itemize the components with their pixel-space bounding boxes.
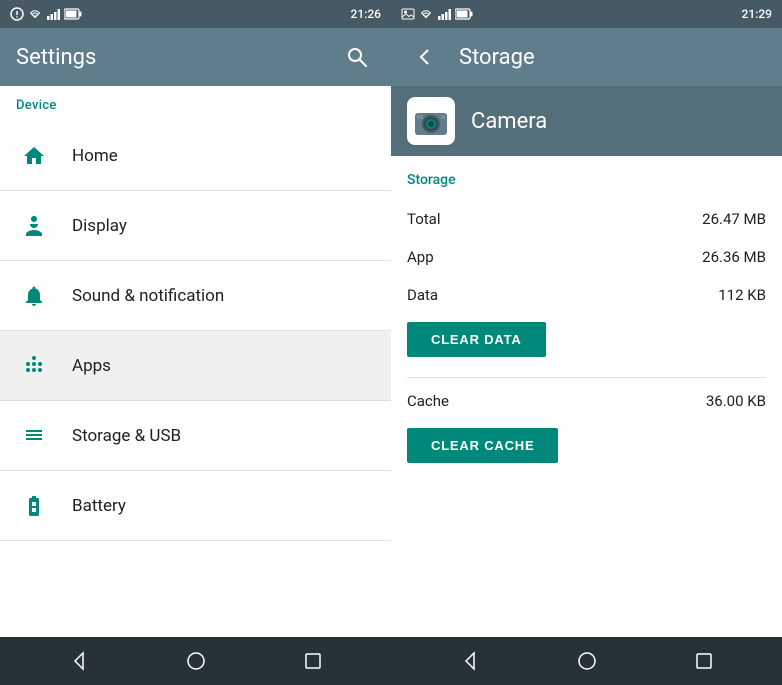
display-label: Display <box>72 216 127 236</box>
apps-icon <box>16 348 52 384</box>
status-bar-left: 21:26 <box>0 0 391 28</box>
battery-icon-left <box>64 7 82 21</box>
wifi-icon-right <box>419 7 433 21</box>
settings-title: Settings <box>16 45 96 70</box>
camera-app-icon <box>407 97 455 145</box>
storage-row-total: Total 26.47 MB <box>407 200 766 238</box>
settings-item-storage[interactable]: Storage & USB <box>0 401 391 471</box>
app-name: Camera <box>471 109 547 134</box>
total-label: Total <box>407 210 441 228</box>
divider <box>407 377 766 378</box>
storage-toolbar: Storage <box>391 28 782 86</box>
notification-icon <box>10 7 24 21</box>
search-icon <box>346 46 368 68</box>
clear-cache-button[interactable]: CLEAR CACHE <box>407 428 558 463</box>
settings-toolbar: Settings <box>0 28 391 86</box>
device-section-label: Device <box>0 86 391 121</box>
battery-icon <box>16 488 52 524</box>
status-icons-left <box>10 7 82 21</box>
storage-usb-icon <box>16 418 52 454</box>
battery-icon-right <box>455 7 473 21</box>
left-panel: 21:26 Settings Device Home <box>0 0 391 685</box>
cache-label: Cache <box>407 392 449 410</box>
home-label: Home <box>72 146 118 166</box>
recents-nav-left[interactable] <box>283 643 343 679</box>
signal-icon-left <box>46 7 60 21</box>
storage-row-cache: Cache 36.00 KB <box>407 382 766 420</box>
status-icons-right <box>401 7 473 21</box>
storage-usb-label: Storage & USB <box>72 426 181 446</box>
settings-list: Device Home Display <box>0 86 391 637</box>
settings-item-display[interactable]: Display <box>0 191 391 261</box>
right-panel: 21:29 Storage <box>391 0 782 685</box>
photo-icon <box>401 7 415 21</box>
back-nav-right[interactable] <box>440 643 500 679</box>
total-value: 26.47 MB <box>702 210 766 228</box>
signal-icon-right <box>437 7 451 21</box>
home-nav-right[interactable] <box>557 643 617 679</box>
settings-item-apps[interactable]: Apps <box>0 331 391 401</box>
app-value: 26.36 MB <box>702 248 766 266</box>
storage-title: Storage <box>459 45 535 70</box>
storage-section-label: Storage <box>407 172 766 188</box>
storage-row-data: Data 112 KB <box>407 276 766 314</box>
recents-nav-right[interactable] <box>674 643 734 679</box>
display-icon <box>16 208 52 244</box>
storage-content: Storage Total 26.47 MB App 26.36 MB Data… <box>391 156 782 637</box>
app-label: App <box>407 248 434 266</box>
wifi-icon-left <box>28 7 42 21</box>
data-label: Data <box>407 286 438 304</box>
settings-item-home[interactable]: Home <box>0 121 391 191</box>
app-header: Camera <box>391 86 782 156</box>
sound-label: Sound & notification <box>72 286 224 306</box>
status-bar-right: 21:29 <box>391 0 782 28</box>
clear-cache-container: CLEAR CACHE <box>407 420 766 479</box>
camera-app-svg <box>411 101 451 141</box>
back-button[interactable] <box>407 39 443 75</box>
apps-label: Apps <box>72 356 111 376</box>
data-value: 112 KB <box>718 286 766 304</box>
settings-item-sound[interactable]: Sound & notification <box>0 261 391 331</box>
clear-data-button[interactable]: CLEAR DATA <box>407 322 546 357</box>
home-nav-left[interactable] <box>166 643 226 679</box>
settings-item-battery[interactable]: Battery <box>0 471 391 541</box>
sound-icon <box>16 278 52 314</box>
battery-label: Battery <box>72 496 126 516</box>
clear-data-container: CLEAR DATA <box>407 314 766 373</box>
home-icon <box>16 138 52 174</box>
time-right: 21:29 <box>742 7 772 21</box>
nav-bar-left <box>0 637 391 685</box>
cache-value: 36.00 KB <box>706 392 766 410</box>
storage-row-app: App 26.36 MB <box>407 238 766 276</box>
search-button[interactable] <box>339 39 375 75</box>
nav-bar-right <box>391 637 782 685</box>
back-nav-left[interactable] <box>49 643 109 679</box>
time-left: 21:26 <box>351 7 381 21</box>
